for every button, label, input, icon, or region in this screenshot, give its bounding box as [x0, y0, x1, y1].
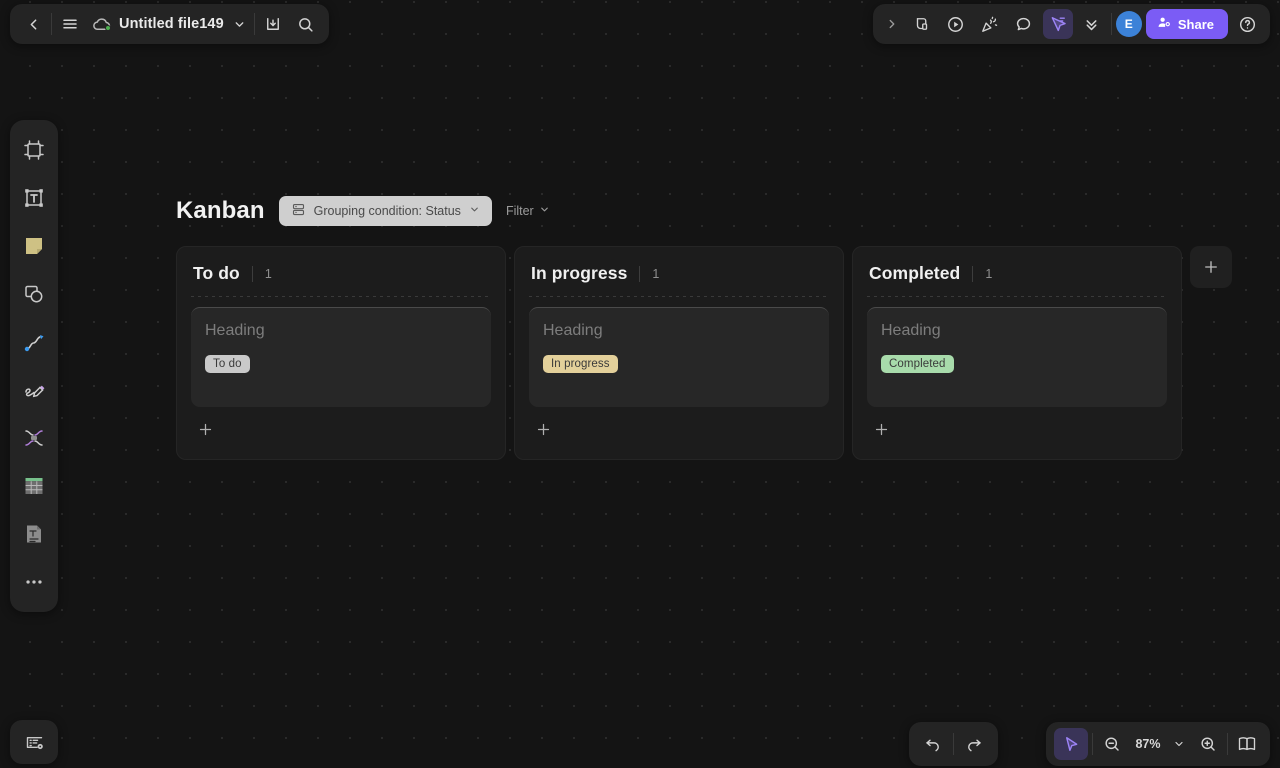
column-title: Completed [869, 263, 961, 283]
comment-icon[interactable] [1009, 9, 1039, 39]
presentation-icon[interactable] [19, 727, 49, 757]
filter-dropdown[interactable]: Filter [506, 204, 550, 218]
toolbar-divider-4 [953, 733, 954, 755]
shapes-icon[interactable] [14, 272, 54, 316]
chevron-right-icon[interactable] [881, 9, 903, 39]
column-count: 1 [652, 266, 660, 281]
frame-icon[interactable] [14, 128, 54, 172]
column-title: In progress [531, 263, 628, 283]
column-title-divider [251, 265, 253, 282]
grouping-condition-label: Grouping condition: Status [313, 204, 461, 218]
share-person-icon [1157, 15, 1172, 33]
share-button[interactable]: Share [1145, 9, 1228, 39]
avatar[interactable]: E [1115, 11, 1142, 37]
connector-icon[interactable] [14, 320, 54, 364]
column-count: 1 [985, 266, 993, 281]
page-title: Kanban [176, 197, 265, 224]
grouping-condition-dropdown[interactable]: Grouping condition: Status [278, 196, 492, 226]
chevrons-down-icon[interactable] [1077, 9, 1107, 39]
add-card-button[interactable] [867, 415, 895, 443]
column-title-divider [639, 265, 641, 282]
kanban-card[interactable]: Heading Completed [867, 307, 1167, 407]
toolbar-divider-2 [253, 13, 255, 35]
present-play-icon[interactable] [941, 9, 971, 39]
file-title[interactable]: Untitled file149 [117, 16, 226, 32]
undo-icon[interactable] [915, 727, 951, 761]
cloud-sync-icon [88, 9, 114, 39]
status-badge: To do [205, 355, 250, 373]
more-icon[interactable] [14, 560, 54, 604]
kanban-column-todo[interactable]: To do 1 Heading To do [176, 246, 506, 460]
add-card-button[interactable] [191, 415, 219, 443]
sticky-note-icon[interactable] [14, 224, 54, 268]
column-header: Completed 1 [867, 261, 1167, 296]
top-right-toolbar: E Share [872, 4, 1270, 44]
table-icon[interactable] [14, 464, 54, 508]
column-title: To do [193, 263, 240, 283]
menu-icon[interactable] [55, 9, 85, 39]
column-separator [867, 296, 1167, 297]
chevron-down-icon[interactable] [1169, 729, 1189, 759]
zoom-in-icon[interactable] [1193, 729, 1223, 759]
toolbar-divider [51, 13, 52, 35]
toolbar-divider-6 [1227, 733, 1228, 755]
share-label: Share [1177, 16, 1214, 32]
kanban-card[interactable]: Heading To do [191, 307, 491, 407]
ai-assistant-icon[interactable] [907, 9, 937, 39]
download-icon[interactable] [258, 9, 288, 39]
left-tool-rail [10, 120, 58, 612]
kanban-header: Kanban Grouping condition: Status Filter [176, 196, 1232, 226]
column-title-divider [972, 265, 974, 282]
toolbar-divider-3 [1110, 13, 1112, 35]
sync-status-dot [105, 25, 111, 31]
column-header: In progress 1 [529, 261, 829, 296]
column-separator [191, 296, 491, 297]
kanban-card[interactable]: Heading In progress [529, 307, 829, 407]
chevron-down-icon [539, 204, 550, 218]
top-left-toolbar: Untitled file149 [10, 4, 329, 44]
pen-icon[interactable] [14, 368, 54, 412]
chevron-down-icon[interactable] [229, 9, 251, 39]
kanban-column-completed[interactable]: Completed 1 Heading Completed [852, 246, 1182, 460]
select-cursor-icon[interactable] [1054, 728, 1088, 760]
card-heading: Heading [205, 322, 265, 339]
kanban-columns: To do 1 Heading To do In progress 1 Head… [176, 246, 1232, 460]
add-column-button[interactable] [1190, 246, 1232, 288]
card-heading: Heading [543, 322, 603, 339]
mindmap-icon[interactable] [14, 416, 54, 460]
kanban-board: Kanban Grouping condition: Status Filter… [176, 196, 1232, 460]
database-icon [291, 202, 306, 220]
column-header: To do 1 [191, 261, 491, 296]
undo-redo-toolbar [909, 722, 998, 766]
filter-label: Filter [505, 204, 534, 218]
cursor-chat-icon[interactable] [1042, 9, 1073, 39]
kanban-column-in-progress[interactable]: In progress 1 Heading In progress [514, 246, 844, 460]
zoom-level-value[interactable]: 87% [1131, 737, 1165, 751]
column-separator [529, 296, 829, 297]
text-icon[interactable] [14, 176, 54, 220]
column-count: 1 [264, 266, 272, 281]
add-card-button[interactable] [529, 415, 557, 443]
celebrate-icon[interactable] [975, 9, 1005, 39]
zoom-toolbar: 87% [1046, 722, 1270, 766]
toolbar-divider-5 [1092, 733, 1093, 755]
status-badge: In progress [543, 355, 618, 373]
bottom-left-toolbar [10, 720, 58, 764]
status-badge: Completed [881, 355, 954, 373]
search-icon[interactable] [291, 9, 321, 39]
document-icon[interactable] [14, 512, 54, 556]
back-icon[interactable] [18, 9, 48, 39]
card-heading: Heading [881, 322, 941, 339]
chevron-down-icon [469, 204, 480, 218]
zoom-out-icon[interactable] [1097, 729, 1127, 759]
help-icon[interactable] [1232, 9, 1262, 39]
minimap-icon[interactable] [1232, 729, 1262, 759]
redo-icon[interactable] [956, 727, 992, 761]
